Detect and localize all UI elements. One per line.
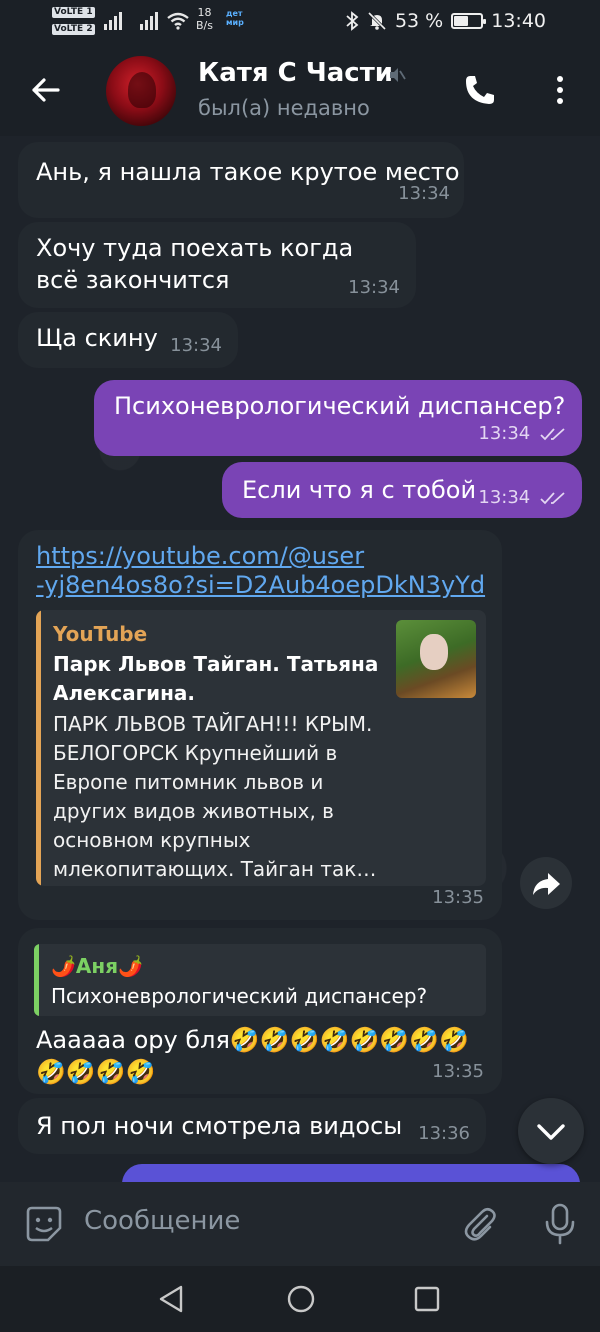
battery-percent: 53 % bbox=[394, 10, 444, 32]
message-time: 13:34 bbox=[478, 487, 531, 508]
volte2-badge: VoLTE 2 bbox=[52, 24, 95, 35]
double-check-icon bbox=[540, 428, 565, 441]
nav-back-icon[interactable] bbox=[157, 1284, 187, 1314]
link-line[interactable]: -yj8en4os8o?si=D2Aub4oepDkN3yYd bbox=[36, 571, 496, 600]
double-check-icon bbox=[540, 492, 565, 505]
wifi-icon bbox=[167, 12, 189, 30]
message-text: Если что я с тобой bbox=[242, 476, 477, 504]
message-incoming-link[interactable]: https://youtube.com/@user -yj8en4os8o?si… bbox=[18, 530, 502, 920]
chevron-down-icon bbox=[537, 1124, 565, 1140]
message-composer: Сообщение bbox=[0, 1182, 600, 1266]
message-meta: 13:34 bbox=[478, 482, 570, 514]
phone-icon[interactable] bbox=[462, 72, 498, 108]
message-time: 13:35 bbox=[432, 1061, 484, 1082]
message-time: 13:34 bbox=[170, 335, 222, 356]
message-time: 13:36 bbox=[418, 1123, 470, 1144]
message-incoming[interactable]: Ань, я нашла такое крутое место 13:34 bbox=[18, 142, 464, 218]
contact-name[interactable]: Катя С Части bbox=[198, 58, 393, 88]
reply-author: 🌶️Аня🌶️ bbox=[51, 954, 143, 978]
message-text: Я пол ночи смотрела видосы bbox=[36, 1112, 403, 1140]
message-incoming[interactable]: Я пол ночи смотрела видосы 13:36 bbox=[18, 1098, 486, 1154]
status-right: 53 % 13:40 bbox=[345, 10, 546, 32]
avatar[interactable] bbox=[106, 56, 176, 126]
status-bar: VoLTE 1 VoLTE 2 18 B/s дет мир 53 % 13:4… bbox=[0, 0, 600, 44]
message-time: 13:34 bbox=[348, 277, 400, 298]
network-rate: 18 B/s bbox=[196, 6, 213, 32]
more-vertical-icon[interactable] bbox=[548, 72, 572, 108]
reply-text: Психоневрологический диспансер? bbox=[51, 984, 428, 1008]
message-text: Ань, я нашла такое крутое место bbox=[36, 158, 460, 186]
message-incoming-reply[interactable]: 🌶️Аня🌶️ Психоневрологический диспансер? … bbox=[18, 928, 502, 1094]
preview-site-name: YouTube bbox=[53, 622, 148, 646]
nav-home-icon[interactable] bbox=[286, 1284, 316, 1314]
message-outgoing[interactable]: Психоневрологический диспансер? 13:34 bbox=[94, 380, 582, 456]
share-button[interactable] bbox=[520, 857, 572, 909]
signal-icon bbox=[140, 12, 158, 30]
outgoing-bubble-partial[interactable] bbox=[122, 1164, 580, 1182]
clock: 13:40 bbox=[491, 10, 546, 32]
reply-accent-bar bbox=[34, 944, 39, 1016]
message-input[interactable]: Сообщение bbox=[84, 1206, 240, 1236]
message-time: 13:34 bbox=[398, 183, 450, 204]
reply-quote[interactable]: 🌶️Аня🌶️ Психоневрологический диспансер? bbox=[34, 944, 486, 1016]
message-list[interactable]: Ань, я нашла такое крутое место 13:34 Хо… bbox=[0, 136, 600, 1182]
paperclip-icon[interactable] bbox=[460, 1204, 500, 1244]
bell-off-icon bbox=[367, 11, 387, 31]
bluetooth-icon bbox=[346, 11, 359, 31]
message-text: Ща скину bbox=[36, 324, 158, 352]
preview-thumbnail[interactable] bbox=[396, 620, 476, 698]
share-icon bbox=[533, 873, 560, 895]
app-notification-badge: дет мир bbox=[226, 9, 244, 27]
preview-description: ПАРК ЛЬВОВ ТАЙГАН!!! КРЫМ. БЕЛОГОРСК Кру… bbox=[53, 712, 377, 881]
message-incoming[interactable]: Хочу туда поехать когда всё закончится 1… bbox=[18, 222, 416, 308]
nav-recents-icon[interactable] bbox=[414, 1286, 440, 1312]
message-outgoing[interactable]: Если что я с тобой 13:34 bbox=[222, 462, 582, 518]
microphone-icon[interactable] bbox=[540, 1202, 580, 1246]
preview-title: Парк Львов Тайган. Татьяна Алексагина. bbox=[53, 652, 379, 705]
message-text: Аааааа ору бля🤣🤣🤣🤣🤣🤣🤣🤣🤣🤣🤣🤣 bbox=[36, 1026, 469, 1086]
scroll-down-button[interactable] bbox=[518, 1098, 584, 1164]
message-link[interactable]: https://youtube.com/@user -yj8en4os8o?si… bbox=[36, 542, 496, 600]
message-meta: 13:34 bbox=[478, 418, 570, 450]
message-incoming[interactable]: Ща скину 13:34 bbox=[18, 312, 238, 368]
message-time: 13:35 bbox=[432, 887, 484, 908]
system-navigation-bar bbox=[0, 1266, 600, 1332]
sticker-icon[interactable] bbox=[24, 1204, 64, 1244]
contact-status: был(а) недавно bbox=[198, 96, 370, 120]
signal-icon bbox=[104, 12, 122, 30]
message-time: 13:34 bbox=[478, 423, 531, 444]
chat-header: Катя С Части был(а) недавно bbox=[0, 44, 600, 136]
preview-accent-bar bbox=[36, 610, 41, 886]
link-line[interactable]: https://youtube.com/@user bbox=[36, 542, 496, 571]
mute-icon bbox=[390, 68, 406, 82]
volte1-badge: VoLTE 1 bbox=[52, 7, 95, 18]
arrow-left-icon[interactable] bbox=[26, 70, 66, 110]
battery-icon bbox=[451, 13, 487, 29]
link-preview[interactable]: YouTube Парк Львов Тайган. Татьяна Алекс… bbox=[36, 610, 486, 886]
message-text: Хочу туда поехать когда всё закончится bbox=[36, 234, 354, 294]
